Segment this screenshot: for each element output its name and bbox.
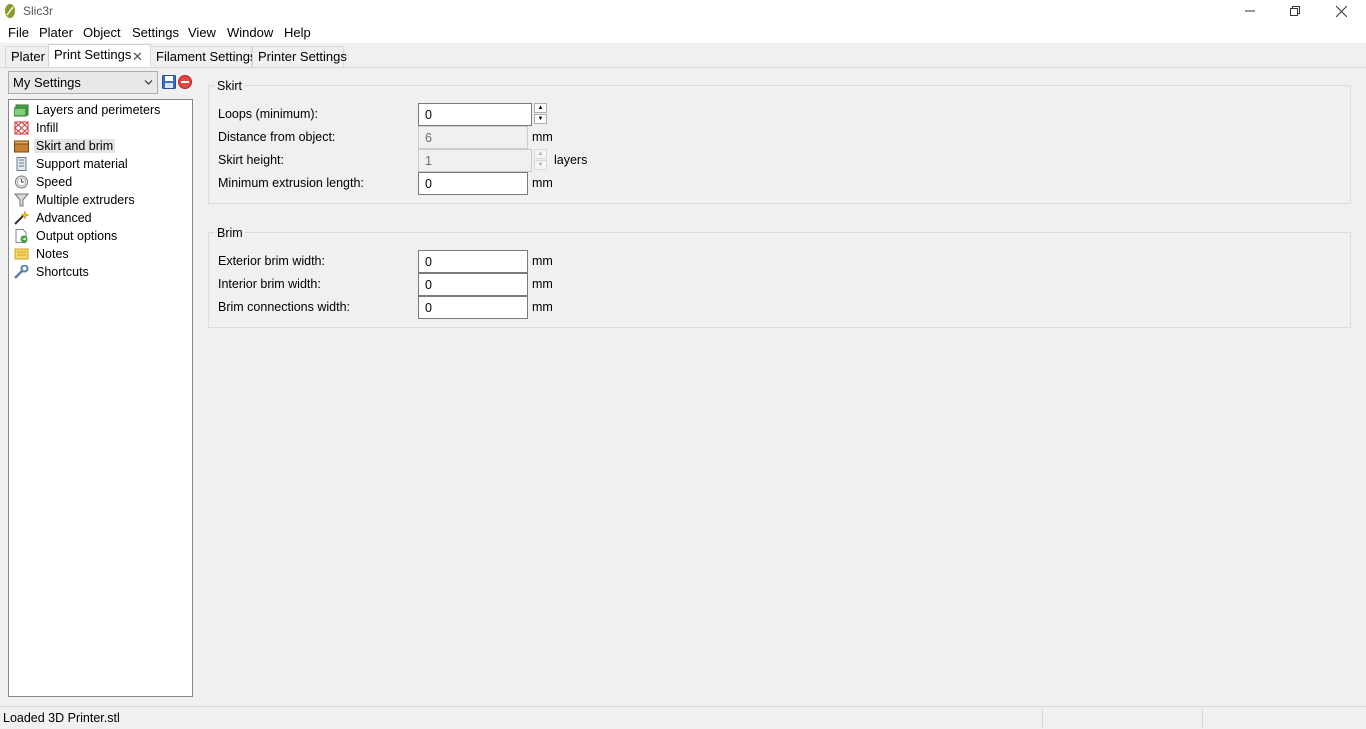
tab-divider: [0, 67, 1366, 68]
sidebar-item-label: Skirt and brim: [34, 139, 116, 153]
sidebar-item-output-options[interactable]: Output options: [13, 227, 191, 245]
settings-category-tree[interactable]: Layers and perimeters Infill Skirt and b…: [8, 99, 193, 697]
sidebar-item-shortcuts[interactable]: Shortcuts: [13, 263, 191, 281]
sidebar-item-infill[interactable]: Infill: [13, 119, 191, 137]
funnel-icon: [14, 193, 29, 207]
sidebar-item-label: Output options: [36, 229, 118, 243]
skirt-group: [208, 85, 1351, 204]
sidebar-item-label: Speed: [36, 175, 73, 189]
sidebar-item-label: Notes: [36, 247, 69, 261]
loops-stepper[interactable]: ▲ ▼: [534, 103, 548, 126]
menu-help[interactable]: Help: [284, 25, 311, 40]
min-extrusion-label: Minimum extrusion length:: [218, 176, 364, 190]
brim-connections-label: Brim connections width:: [218, 300, 351, 314]
tab-close-icon[interactable]: ✕: [132, 49, 143, 65]
skirt-height-label: Skirt height:: [218, 153, 285, 167]
delete-preset-icon[interactable]: [178, 75, 192, 89]
sidebar-item-label: Shortcuts: [36, 265, 89, 279]
sidebar-item-advanced[interactable]: Advanced: [13, 209, 191, 227]
exterior-brim-label: Exterior brim width:: [218, 254, 325, 268]
wand-icon: [14, 211, 29, 225]
status-text: Loaded 3D Printer.stl: [3, 711, 120, 725]
chevron-down-icon: [144, 80, 153, 85]
skirt-height-unit: layers: [554, 153, 588, 167]
stepper-up-icon[interactable]: ▲: [534, 103, 547, 113]
title-bar: Slic3r: [0, 0, 1366, 22]
stepper-down-icon[interactable]: ▼: [534, 160, 547, 170]
interior-brim-input[interactable]: [418, 273, 528, 296]
status-bar: Loaded 3D Printer.stl: [0, 706, 1366, 729]
close-window-button[interactable]: [1318, 0, 1364, 22]
menu-plater[interactable]: Plater: [39, 25, 73, 40]
slic3r-logo-icon: [5, 4, 15, 18]
close-icon: [1335, 5, 1347, 17]
sidebar-item-label: Advanced: [36, 211, 92, 225]
menu-object[interactable]: Object: [83, 25, 121, 40]
sidebar-item-label: Infill: [36, 121, 59, 135]
tab-bar: Plater Print Settings Filament Settings …: [0, 43, 1366, 68]
preset-dropdown[interactable]: My Settings: [8, 71, 158, 94]
menu-view[interactable]: View: [188, 25, 216, 40]
tab-printer-settings[interactable]: Printer Settings: [252, 46, 347, 67]
minimize-button[interactable]: [1227, 0, 1273, 22]
status-divider: [1202, 709, 1203, 728]
exterior-brim-input[interactable]: [418, 250, 528, 273]
distance-unit: mm: [532, 130, 553, 144]
brim-group-title: Brim: [215, 226, 245, 240]
sidebar-item-label: Support material: [36, 157, 128, 171]
restore-button[interactable]: [1272, 0, 1318, 22]
minimize-icon: [1245, 10, 1255, 12]
sidebar-item-layers[interactable]: Layers and perimeters: [13, 101, 191, 119]
min-extrusion-unit: mm: [532, 176, 553, 190]
menu-window[interactable]: Window: [227, 25, 273, 40]
stepper-down-icon[interactable]: ▼: [534, 114, 547, 124]
sidebar-item-label: Layers and perimeters: [36, 103, 161, 117]
stepper-up-icon[interactable]: ▲: [534, 149, 547, 159]
min-extrusion-input[interactable]: [418, 172, 528, 195]
tab-plater[interactable]: Plater: [5, 46, 49, 67]
save-preset-icon[interactable]: [162, 75, 176, 89]
time-icon: [15, 175, 28, 189]
menu-settings[interactable]: Settings: [132, 25, 179, 40]
restore-icon: [1290, 6, 1300, 16]
brim-connections-input[interactable]: [418, 296, 528, 319]
skirt-height-stepper[interactable]: ▲ ▼: [534, 149, 548, 172]
box-icon: [14, 140, 29, 153]
interior-brim-unit: mm: [532, 277, 553, 291]
sidebar-item-multiple-extruders[interactable]: Multiple extruders: [13, 191, 191, 209]
note-icon: [14, 248, 29, 260]
menu-file[interactable]: File: [8, 25, 29, 40]
interior-brim-label: Interior brim width:: [218, 277, 321, 291]
skirt-group-title: Skirt: [215, 79, 244, 93]
building-icon: [16, 157, 27, 171]
sidebar-item-support-material[interactable]: Support material: [13, 155, 191, 173]
loops-label: Loops (minimum):: [218, 107, 319, 121]
distance-label: Distance from object:: [218, 130, 336, 144]
preset-selected-value: My Settings: [13, 75, 81, 90]
wrench-icon: [14, 265, 29, 279]
tab-filament-settings[interactable]: Filament Settings: [150, 46, 256, 67]
infill-icon: [14, 121, 29, 135]
exterior-brim-unit: mm: [532, 254, 553, 268]
tab-print-settings-label: Print Settings: [54, 47, 132, 62]
menu-bar: File Plater Object Settings View Window …: [0, 22, 1366, 43]
layers-icon: [14, 104, 29, 117]
brim-group: [208, 232, 1351, 328]
status-divider: [1042, 709, 1043, 728]
sidebar-item-speed[interactable]: Speed: [13, 173, 191, 191]
loops-input[interactable]: [418, 103, 532, 126]
distance-input[interactable]: [418, 126, 528, 149]
window-title: Slic3r: [23, 4, 54, 18]
brim-connections-unit: mm: [532, 300, 553, 314]
sidebar-item-label: Multiple extruders: [36, 193, 135, 207]
page-go-icon: [15, 229, 28, 243]
sidebar-item-skirt-and-brim[interactable]: Skirt and brim: [13, 137, 191, 155]
skirt-height-input[interactable]: [418, 149, 532, 172]
sidebar-item-notes[interactable]: Notes: [13, 245, 191, 263]
